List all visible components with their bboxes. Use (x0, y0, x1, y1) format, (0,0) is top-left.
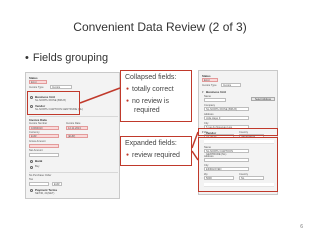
left-divider (29, 116, 118, 117)
left-amount-field: (EUR) (66, 134, 88, 138)
expanded-item-1-text: review required (132, 152, 180, 159)
left-bank-radio (30, 160, 33, 163)
expanded-business-unit-highlight (198, 128, 278, 136)
right-status-value: Error (204, 79, 210, 82)
left-gross-amount-field (29, 144, 59, 148)
collapsed-item-2-continued: required (134, 107, 160, 114)
bullet-fields-grouping: • Fields grouping (25, 52, 108, 64)
right-company-value: NL-NORTH ROSE (BRUX) (206, 108, 238, 111)
right-invoice-type-label: Invoice Type (202, 84, 217, 87)
collapsed-fields-highlight (27, 91, 80, 115)
expanded-item-1: ● review required (126, 152, 180, 159)
expanded-vendor-highlight (198, 137, 278, 192)
right-address-field: Jolie Haye 3 (204, 116, 249, 120)
left-buy-radio (30, 166, 33, 169)
collapsed-bullet-icon: ● (126, 98, 130, 105)
collapsed-item-2: ● no review is (126, 98, 169, 105)
left-tax-currency-field: EUR (52, 182, 62, 186)
left-invoice-date-label: Invoice Date (66, 122, 81, 125)
collapsed-fields-title: Collapsed fields: (125, 74, 177, 81)
left-payment-terms-value: NET30, 21(NET) (35, 192, 55, 195)
left-net-amount-label: Net Amount (29, 149, 43, 152)
left-status-value: Error (31, 81, 37, 84)
collapsed-item-2-text: no review is (132, 98, 169, 105)
expanded-fields-title: Expanded fields: (125, 140, 177, 147)
left-payment-terms-radio (30, 189, 33, 192)
left-net-amount-field (29, 153, 59, 157)
left-currency-field: EUR (29, 134, 59, 138)
left-invoice-date-value: 12.11.2013 (68, 127, 81, 130)
slide-title: Convenient Data Review (2 of 3) (73, 20, 247, 34)
left-amount-value: (EUR) (68, 135, 76, 138)
left-tax-label: Tax (29, 178, 34, 181)
left-no-po-label: No Purchase Order (29, 174, 52, 177)
left-invoice-number-label: Invoice Number (29, 122, 48, 125)
left-invoice-type-field: Invoice (50, 85, 72, 89)
left-invoice-date-field: 12.11.2013 (66, 126, 88, 130)
bullet-text: Fields grouping (32, 52, 109, 64)
right-invoice-type-value: Invoice (223, 84, 232, 87)
right-invoice-type-field: Invoice (221, 83, 241, 87)
left-invoice-number-field: 10064010 (29, 126, 59, 130)
left-tax-field (29, 182, 49, 186)
right-status-field: Error (202, 78, 218, 82)
left-status-field: Error (29, 80, 47, 84)
collapsed-item-1-text: totally correct (132, 86, 174, 93)
right-company-field: NL-NORTH ROSE (BRUX) (204, 107, 249, 111)
right-address-value: Jolie Haye 3 (206, 117, 221, 120)
left-divider-2 (29, 172, 118, 173)
left-gross-amount-label: Gross Amount (29, 140, 46, 143)
right-select-address-button: Select Address (251, 97, 275, 101)
page-number: 6 (300, 224, 303, 230)
expanded-fields-callout: Expanded fields: ● review required (120, 136, 192, 166)
right-name-field (204, 98, 226, 102)
left-tax-currency-value: EUR (54, 183, 60, 186)
left-currency-value: EUR (31, 135, 37, 138)
left-invoice-type-label: Invoice Type (29, 86, 44, 89)
collapsed-fields-callout: Collapsed fields: ● totally correct ● no r… (120, 70, 192, 122)
left-invoice-number-value: 10064010 (31, 127, 43, 130)
left-buy-label: Buy (35, 165, 40, 168)
collapsed-item-1: ● totally correct (126, 86, 174, 93)
left-bank-label: Bank (35, 159, 43, 163)
bullet-dot-icon: • (25, 52, 29, 64)
right-business-unit-chevron-icon: ▾ (202, 90, 204, 94)
right-business-unit-label: Business Unit (206, 90, 227, 94)
left-invoice-type-value: Invoice (52, 86, 61, 89)
collapsed-bullet-icon: ● (126, 86, 130, 93)
expanded-bullet-icon: ● (126, 152, 130, 159)
